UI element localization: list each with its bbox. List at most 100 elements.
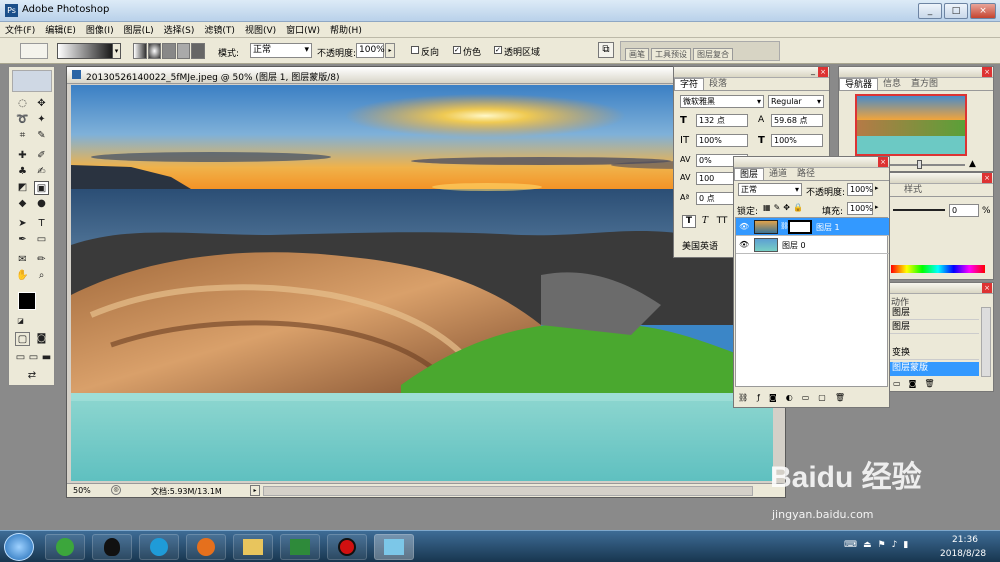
angle-gradient-button[interactable] (162, 43, 176, 59)
minimize-panel-icon[interactable]: _ (811, 66, 815, 75)
transparency-checkbox[interactable]: ✓ (494, 46, 502, 54)
zoom-icon[interactable]: ◎ (111, 485, 121, 495)
taskbar-app-firefox-icon[interactable] (186, 534, 226, 560)
gradient-picker[interactable] (57, 43, 119, 59)
history-scrollbar[interactable] (981, 307, 991, 377)
history-item[interactable]: 图层 (889, 307, 979, 320)
lock-transparency-icon[interactable]: ▦ (763, 203, 771, 212)
layer-style-icon[interactable]: ƒ (757, 393, 760, 402)
close-button[interactable]: × (970, 3, 996, 19)
italic-button[interactable]: T (698, 215, 712, 228)
navigator-thumbnail[interactable] (855, 94, 967, 156)
marquee-tool-icon[interactable]: ◌ (15, 97, 30, 111)
brush-tool-icon[interactable]: ✐ (34, 149, 49, 163)
type-tool-icon[interactable]: T (34, 217, 49, 231)
fill-input[interactable]: 100% (847, 202, 873, 215)
crop-tool-icon[interactable]: ⌗ (15, 129, 30, 143)
taskbar-app-record-icon[interactable] (327, 534, 367, 560)
healing-brush-icon[interactable]: ✚ (15, 149, 30, 163)
taskbar-app-photoshop-icon[interactable] (374, 534, 414, 560)
blend-mode-select[interactable]: 正常 ▾ (738, 183, 802, 196)
tab-layers[interactable]: 图层 (734, 168, 765, 180)
magic-wand-icon[interactable]: ✦ (34, 113, 49, 127)
lock-all-icon[interactable]: 🔒 (793, 203, 803, 212)
reflected-gradient-button[interactable] (176, 43, 191, 59)
close-panel-icon[interactable]: × (818, 67, 828, 77)
photoshop-feather-icon[interactable] (12, 70, 52, 92)
font-style-select[interactable]: Regular ▾ (768, 95, 824, 108)
radial-gradient-button[interactable] (147, 43, 162, 59)
layer-row-layer-1[interactable]: 👁 ⛓ 图层 1 (736, 218, 889, 236)
quick-mask-icon[interactable]: ◙ (34, 332, 49, 346)
tab-tool-presets[interactable]: 工具预设 (651, 48, 691, 60)
menu-help[interactable]: 帮助(H) (325, 23, 367, 36)
bold-button[interactable]: T (682, 215, 696, 228)
standard-mode-icon[interactable]: ▢ (15, 332, 30, 346)
delete-icon[interactable]: 🗑 (924, 379, 934, 388)
history-item[interactable]: 变换 (889, 347, 979, 360)
menu-view[interactable]: 视图(V) (240, 23, 281, 36)
chevron-right-icon[interactable]: ▸ (875, 203, 879, 211)
pen-tool-icon[interactable]: ✒ (15, 233, 30, 247)
zoom-level[interactable]: 50% (73, 486, 91, 495)
tab-styles[interactable]: 样式 (899, 184, 927, 196)
close-panel-icon[interactable]: × (982, 67, 992, 77)
tab-paths[interactable]: 路径 (792, 168, 820, 180)
visibility-eye-icon[interactable]: 👁 (739, 240, 749, 249)
minimize-button[interactable]: _ (918, 3, 942, 19)
tab-layer-comps[interactable]: 图层复合 (693, 48, 733, 60)
taskbar-app-media-icon[interactable] (139, 534, 179, 560)
all-caps-button[interactable]: TT (714, 215, 730, 228)
history-item[interactable]: 图层 (889, 321, 979, 334)
add-mask-icon[interactable]: ◙ (769, 393, 777, 402)
close-panel-icon[interactable]: × (982, 283, 992, 293)
clone-stamp-icon[interactable]: ♣ (15, 165, 30, 179)
vertical-scale-input[interactable]: 100% (696, 134, 748, 147)
lock-paint-icon[interactable]: ✎ (774, 203, 781, 212)
color-slider[interactable] (893, 209, 945, 211)
lasso-tool-icon[interactable]: ➰ (15, 113, 30, 127)
color-ramp[interactable] (891, 265, 985, 273)
reverse-checkbox[interactable] (411, 46, 419, 54)
notes-tool-icon[interactable]: ✉ (15, 253, 30, 267)
chevron-right-icon[interactable]: ▸ (875, 184, 879, 192)
taskbar-app-qq-icon[interactable] (92, 534, 132, 560)
chevron-down-icon[interactable]: ▾ (112, 43, 121, 59)
taskbar-app-explorer-icon[interactable] (233, 534, 273, 560)
horizontal-scrollbar[interactable] (263, 486, 753, 496)
layer-mask-thumbnail[interactable] (788, 220, 812, 234)
close-panel-icon[interactable]: × (878, 157, 888, 167)
snapshot-icon[interactable]: ◙ (909, 379, 917, 388)
delete-layer-icon[interactable]: 🗑 (835, 393, 845, 402)
dither-checkbox[interactable]: ✓ (453, 46, 461, 54)
foreground-color-swatch[interactable] (18, 292, 36, 310)
eraser-tool-icon[interactable]: ◩ (15, 181, 30, 195)
adjustment-layer-icon[interactable]: ◐ (786, 393, 793, 402)
history-item-selected[interactable]: 图层蒙版 (889, 362, 979, 376)
tab-brushes[interactable]: 画笔 (625, 48, 649, 60)
menu-edit[interactable]: 编辑(E) (40, 23, 81, 36)
layer-opacity-input[interactable]: 100% (847, 183, 873, 196)
font-family-select[interactable]: 微软雅黑 ▾ (680, 95, 764, 108)
shape-tool-icon[interactable]: ▭ (34, 233, 49, 247)
start-button-icon[interactable] (4, 533, 34, 561)
network-icon[interactable]: ▮ (903, 540, 908, 550)
default-colors-icon[interactable]: ◪ (13, 314, 28, 328)
clock-date[interactable]: 2018/8/28 (940, 549, 986, 559)
flag-icon[interactable]: ⚑ (878, 540, 886, 550)
hand-tool-icon[interactable]: ✋ (15, 269, 30, 283)
lock-position-icon[interactable]: ✥ (783, 203, 790, 212)
menu-file[interactable]: 文件(F) (0, 23, 40, 36)
tab-navigator[interactable]: 导航器 (839, 78, 879, 90)
mode-select[interactable]: 正常 ▾ (250, 43, 312, 58)
linear-gradient-button[interactable] (133, 43, 147, 59)
new-document-icon[interactable]: ▭ (893, 379, 901, 388)
usb-icon[interactable]: ⏏ (863, 540, 872, 550)
eyedropper-icon[interactable]: ✏ (34, 253, 49, 267)
status-menu-arrow-icon[interactable]: ▸ (250, 485, 260, 496)
taskbar-app-video-icon[interactable] (280, 534, 320, 560)
menu-select[interactable]: 选择(S) (159, 23, 200, 36)
menu-layer[interactable]: 图层(L) (119, 23, 159, 36)
move-tool-icon[interactable]: ✥ (34, 97, 49, 111)
clock-time[interactable]: 21:36 (952, 535, 978, 545)
